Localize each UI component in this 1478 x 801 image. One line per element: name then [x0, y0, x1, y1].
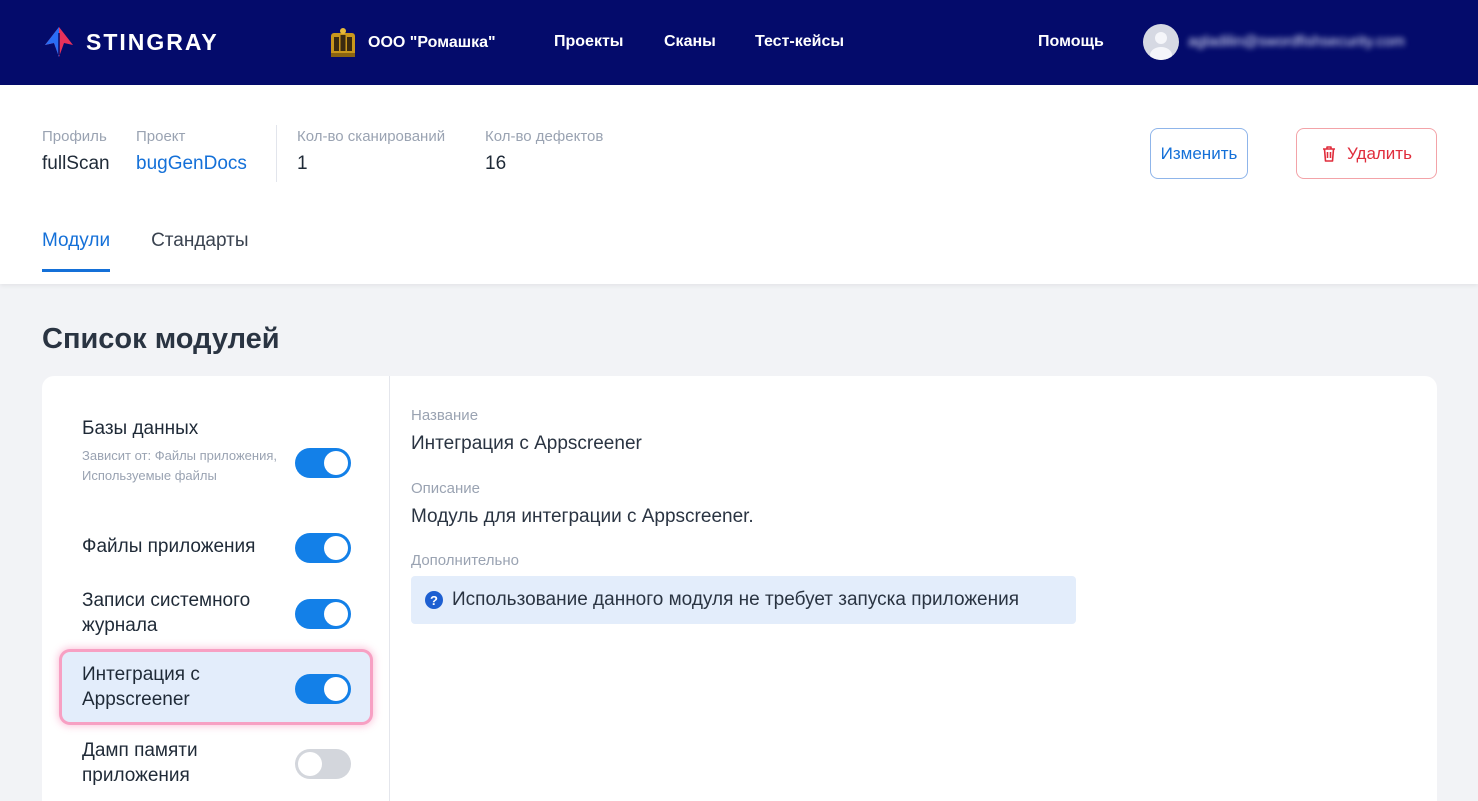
brand[interactable]: STINGRAY [42, 25, 219, 59]
module-item-databases[interactable]: Базы данных Зависит от: Файлы приложения… [62, 406, 370, 516]
org-name: ООО "Ромашка" [368, 34, 496, 51]
toggle-knob [324, 536, 348, 560]
project-meta: Проект bugGenDocs [136, 128, 247, 175]
nav-scans[interactable]: Сканы [664, 33, 716, 51]
module-toggle-app-files[interactable] [295, 533, 351, 563]
tab-modules[interactable]: Модули [42, 230, 111, 272]
module-toggle-appscreener[interactable] [295, 674, 351, 704]
module-extra-text: Использование данного модуля не требует … [452, 589, 1019, 610]
module-name: Дамп памяти приложения [82, 740, 198, 786]
user-email[interactable]: agladilin@swordfishsecurity.com [1188, 33, 1405, 50]
profile-label: Профиль [42, 128, 107, 145]
tab-standards[interactable]: Стандарты [151, 230, 248, 270]
module-toggle-memory-dump[interactable] [295, 749, 351, 779]
module-dependency: Зависит от: Файлы приложения, Используем… [82, 448, 277, 483]
stingray-logo-icon [45, 27, 73, 57]
nav-test-cases[interactable]: Тест-кейсы [755, 33, 844, 51]
module-toggle-databases[interactable] [295, 448, 351, 478]
edit-button-label: Изменить [1160, 143, 1238, 163]
module-name: Интеграция с Appscreener [82, 664, 200, 710]
module-extra-info: ? Использование данного модуля не требуе… [411, 576, 1076, 624]
toggle-knob [324, 677, 348, 701]
module-extra-label: Дополнительно [411, 552, 519, 569]
question-icon: ? [425, 591, 443, 609]
profile-meta: Профиль fullScan [42, 128, 110, 175]
org-selector[interactable]: ООО "Ромашка" [328, 27, 496, 59]
module-item-memory-dump[interactable]: Дамп памяти приложения [62, 736, 370, 796]
project-link[interactable]: bugGenDocs [136, 153, 247, 175]
module-name-value: Интеграция с Appscreener [411, 433, 642, 454]
module-list: Базы данных Зависит от: Файлы приложения… [42, 376, 390, 801]
nav-projects[interactable]: Проекты [554, 33, 623, 51]
module-name: Файлы приложения [82, 536, 256, 557]
help-link[interactable]: Помощь [1038, 33, 1104, 51]
scans-count-value: 1 [297, 153, 308, 174]
scans-count-meta: Кол-во сканирований 1 [297, 128, 445, 175]
module-description-label: Описание [411, 480, 481, 497]
module-name: Базы данных [82, 418, 199, 439]
module-description-value: Модуль для интеграции с Appscreener. [411, 506, 754, 527]
tab-bar: Модули Стандарты [42, 230, 249, 272]
module-item-appscreener[interactable]: Интеграция с Appscreener [62, 652, 370, 722]
brand-name: STINGRAY [86, 28, 219, 55]
modules-panel: Базы данных Зависит от: Файлы приложения… [42, 376, 1437, 801]
edit-button[interactable]: Изменить [1150, 128, 1248, 179]
scan-profile-header: Профиль fullScan Проект bugGenDocs Кол-в… [0, 85, 1478, 284]
defects-count-meta: Кол-во дефектов 16 [485, 128, 603, 175]
module-item-system-logs[interactable]: Записи системного журнала [62, 586, 370, 646]
profile-value: fullScan [42, 153, 110, 174]
user-icon [1150, 32, 1172, 60]
delete-button[interactable]: Удалить [1296, 128, 1437, 179]
toggle-knob [324, 451, 348, 475]
defects-count-value: 16 [485, 153, 507, 174]
scans-count-label: Кол-во сканирований [297, 128, 446, 145]
meta-divider [276, 125, 277, 182]
avatar[interactable] [1143, 24, 1179, 60]
delete-button-label: Удалить [1347, 143, 1412, 163]
module-item-app-files[interactable]: Файлы приложения [62, 531, 370, 567]
page-title: Список модулей [42, 323, 280, 355]
module-name: Записи системного журнала [82, 590, 251, 636]
trash-icon [1323, 145, 1336, 162]
org-emblem-icon [331, 28, 355, 57]
toggle-knob [298, 752, 322, 776]
toggle-knob [324, 602, 348, 626]
project-label: Проект [136, 128, 186, 145]
module-name-label: Название [411, 407, 479, 424]
module-toggle-system-logs[interactable] [295, 599, 351, 629]
defects-count-label: Кол-во дефектов [485, 128, 604, 145]
top-navbar: STINGRAY ООО "Ромашка" Проекты Сканы Тес… [0, 0, 1478, 85]
